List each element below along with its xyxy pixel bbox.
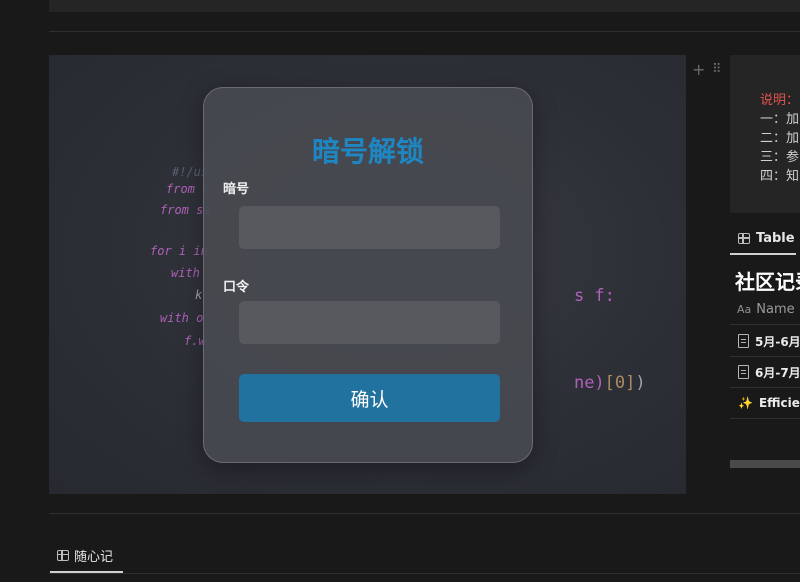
table-icon (738, 233, 750, 244)
top-block-strip (49, 0, 800, 12)
code-line-4: for i in (150, 244, 208, 258)
callout-block: 说明： 一：加 二：加 三：参 四：知 (730, 55, 800, 213)
code-line-5: with (171, 266, 200, 280)
table-row[interactable]: 6月-7月 (730, 357, 800, 388)
horizontal-scrollbar[interactable] (730, 460, 800, 468)
database-title[interactable]: 社区记录 (735, 266, 800, 295)
divider-bottom (49, 513, 800, 514)
table-row[interactable]: 5月-6月 (730, 326, 800, 357)
table-icon (57, 549, 69, 561)
row-name: 5月-6月 (755, 334, 800, 349)
table-row[interactable]: ✨ Efficiency (730, 388, 800, 419)
tab-table-label: Table (756, 231, 795, 246)
callout-line-2: 一：加 (760, 112, 800, 127)
column-header-label: Name (756, 302, 795, 317)
code-big-text-2c: ) (635, 373, 646, 393)
code-big-line-2: ne)[0]) (533, 353, 646, 413)
code-big-text-2a: ne) (573, 373, 605, 393)
tab-suixinji-label: 随心记 (74, 549, 114, 565)
divider-top (49, 31, 800, 32)
callout-line-5: 四：知 (760, 169, 800, 184)
code-big-text-2b: [0] (604, 373, 636, 393)
lock-dialog: 暗号解锁 暗号 口令 确认 (203, 87, 533, 463)
page-icon (738, 365, 749, 379)
confirm-button[interactable]: 确认 (239, 374, 500, 422)
code-line-7: with o (160, 311, 204, 325)
callout-line-1: 说明： (760, 93, 800, 108)
lock-dialog-title: 暗号解锁 (311, 135, 424, 168)
password-field-label: 暗号 (223, 182, 250, 197)
row-name: Efficiency (758, 396, 800, 410)
page-icon (738, 334, 749, 348)
callout-line-3: 二：加 (760, 131, 800, 146)
tab-suixinji[interactable]: 随心记 (50, 539, 123, 573)
sparkle-icon: ✨ (738, 396, 753, 410)
code-line-6: k (195, 288, 203, 302)
divider-tab-underline (49, 573, 800, 574)
column-header-name[interactable]: Aa Name (730, 295, 800, 325)
callout-line-4: 三：参 (760, 150, 800, 165)
passphrase-input[interactable] (239, 301, 500, 344)
code-big-text-1: s f: (573, 286, 615, 306)
password-input[interactable] (239, 206, 500, 249)
tab-table-view[interactable]: Table (730, 224, 796, 255)
code-big-line-1: s f: (533, 266, 615, 326)
passphrase-field-label: 口令 (223, 280, 250, 295)
drag-handle-icon[interactable]: ⠿ (712, 62, 722, 77)
row-name: 6月-7月 (755, 365, 800, 380)
add-block-icon[interactable]: + (692, 60, 705, 79)
text-property-icon: Aa (737, 303, 752, 316)
